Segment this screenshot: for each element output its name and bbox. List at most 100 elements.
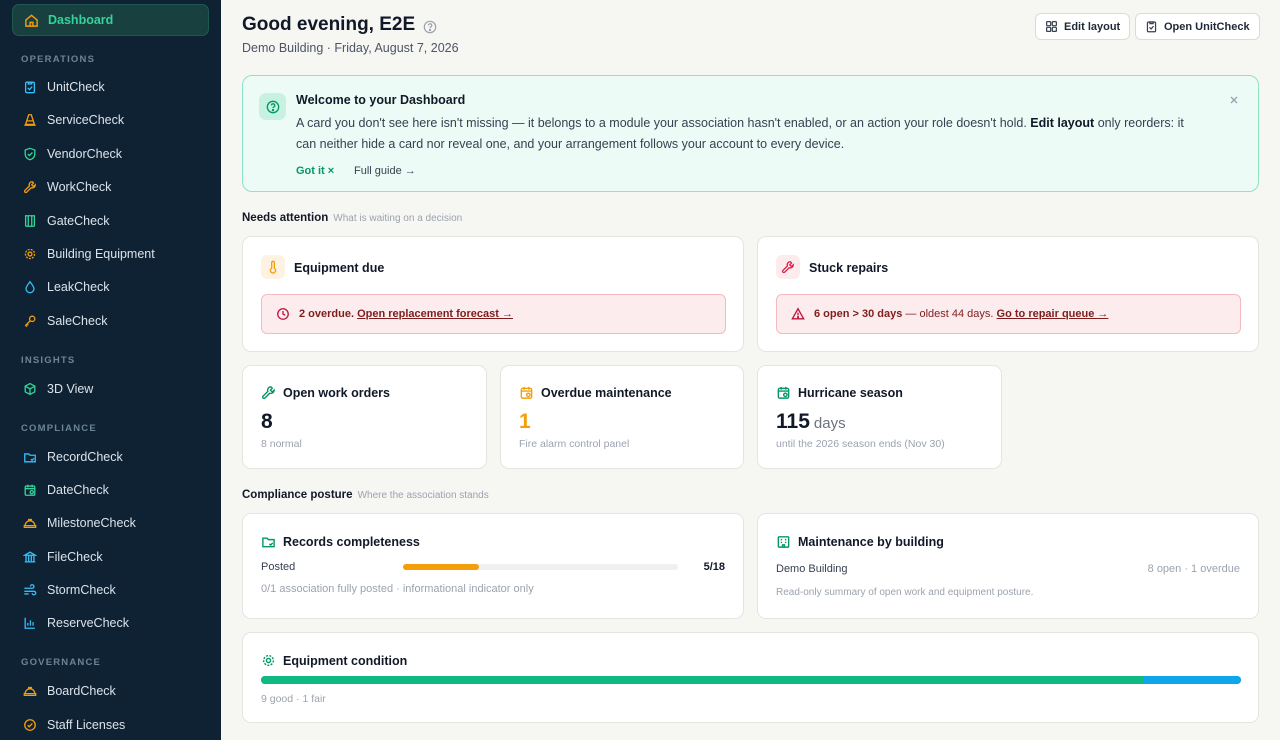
sidebar-item-label: 3D View [47, 382, 94, 396]
equipment-due-alert-text: 2 overdue. [299, 308, 355, 320]
repair-queue-link[interactable]: Go to repair queue → [997, 308, 1109, 320]
help-icon[interactable] [423, 18, 437, 34]
sidebar-item-servicecheck[interactable]: ServiceCheck [12, 104, 209, 136]
equipment-condition-title: Equipment condition [283, 654, 408, 668]
sidebar-item-label: Dashboard [48, 13, 114, 27]
welcome-banner: Welcome to your Dashboard A card you don… [242, 75, 1259, 192]
stuck-repairs-alert: 6 open > 30 days — oldest 44 days. Go to… [776, 294, 1241, 334]
records-progress-fill [403, 564, 480, 570]
wrench-icon [261, 385, 276, 400]
sidebar-item-reservecheck[interactable]: ReserveCheck [12, 607, 209, 639]
home-icon [23, 12, 39, 28]
gear-icon [261, 653, 276, 668]
hurricane-days-unit: days [813, 415, 846, 432]
sidebar-item-staff-licenses[interactable]: Staff Licenses [12, 709, 209, 740]
open-unitcheck-button[interactable]: Open UnitCheck [1135, 13, 1260, 40]
sidebar-item-label: LeakCheck [47, 280, 110, 294]
sidebar-item-leakcheck[interactable]: LeakCheck [12, 271, 209, 303]
thermometer-icon [261, 255, 285, 279]
sidebar-item-building-equipment[interactable]: Building Equipment [12, 238, 209, 270]
needs-attention-subtitle: What is waiting on a decision [333, 213, 463, 224]
overdue-maintenance-title: Overdue maintenance [541, 386, 672, 400]
gear-icon [22, 246, 38, 262]
sidebar-item-vendorcheck[interactable]: VendorCheck [12, 138, 209, 170]
key-icon [22, 313, 38, 329]
records-completeness-card[interactable]: Records completeness Posted 5/18 0/1 ass… [242, 513, 744, 619]
help-circle-icon [259, 93, 286, 120]
records-progress-bar [403, 564, 678, 570]
full-guide-link[interactable]: Full guide → [354, 165, 416, 177]
sidebar-item-workcheck[interactable]: WorkCheck [12, 171, 209, 203]
got-it-button[interactable]: Got it × [296, 165, 334, 177]
records-row-label: Posted [261, 561, 296, 573]
records-row-value: 5/18 [703, 561, 725, 573]
equipment-condition-card[interactable]: Equipment condition 9 good · 1 fair [242, 632, 1259, 723]
sidebar-item-unitcheck[interactable]: UnitCheck [12, 71, 209, 103]
sidebar-item-recordcheck[interactable]: RecordCheck [12, 441, 209, 473]
section-label-insights: INSIGHTS [21, 355, 76, 366]
welcome-title: Welcome to your Dashboard [296, 93, 466, 107]
sidebar-item-label: StormCheck [47, 583, 116, 597]
close-icon[interactable] [1228, 93, 1240, 105]
sidebar-item-datecheck[interactable]: DateCheck [12, 474, 209, 506]
greeting-text: Good evening, E2E [242, 14, 416, 35]
overdue-maintenance-note: Fire alarm control panel [519, 438, 630, 450]
sidebar-item-label: WorkCheck [47, 180, 112, 194]
sidebar-item-dashboard[interactable]: Dashboard [12, 4, 209, 36]
welcome-body: A card you don't see here isn't missing … [296, 113, 1196, 154]
clipboard-icon [22, 79, 38, 95]
badge-check-icon [22, 717, 38, 733]
welcome-body-bold: Edit layout [1030, 116, 1095, 130]
hardhat-icon [22, 515, 38, 531]
open-work-orders-value: 8 [261, 410, 273, 433]
overdue-maintenance-value: 1 [519, 410, 531, 433]
stuck-repairs-card: Stuck repairs 6 open > 30 days — oldest … [757, 236, 1259, 352]
wrench-icon [776, 255, 800, 279]
records-completeness-title: Records completeness [283, 535, 420, 549]
maintenance-note: Read-only summary of open work and equip… [776, 587, 1034, 598]
clipboard-icon [1145, 20, 1158, 33]
edit-layout-label: Edit layout [1064, 20, 1121, 33]
sidebar-item-milestonecheck[interactable]: MilestoneCheck [12, 507, 209, 539]
sidebar-item-filecheck[interactable]: FileCheck [12, 541, 209, 573]
compliance-posture-subtitle: Where the association stands [357, 490, 489, 501]
stuck-repairs-alert-text: — oldest 44 days. [905, 308, 994, 320]
open-work-orders-title: Open work orders [283, 386, 390, 400]
sidebar-item-salecheck[interactable]: SaleCheck [12, 305, 209, 337]
sidebar: Dashboard OPERATIONS UnitCheck ServiceCh… [0, 0, 221, 740]
open-work-orders-note: 8 normal [261, 438, 302, 450]
hardhat-icon [22, 683, 38, 699]
maintenance-by-building-card[interactable]: Maintenance by building Demo Building 8 … [757, 513, 1259, 619]
page-title: Good evening, E2E [242, 14, 437, 36]
calendar-icon [22, 482, 38, 498]
sidebar-item-label: SaleCheck [47, 314, 108, 328]
hurricane-season-card[interactable]: Hurricane season 115 days until the 2026 … [757, 365, 1002, 469]
sidebar-item-label: DateCheck [47, 483, 109, 497]
sidebar-item-boardcheck[interactable]: BoardCheck [12, 675, 209, 707]
building-name: Demo Building [776, 563, 848, 575]
sidebar-item-label: VendorCheck [47, 147, 123, 161]
open-work-orders-card[interactable]: Open work orders 8 8 normal [242, 365, 487, 469]
compliance-posture-heading: Compliance posture Where the association … [242, 489, 489, 501]
sidebar-item-label: GateCheck [47, 214, 110, 228]
equipment-condition-note: 9 good · 1 fair [261, 693, 326, 705]
cube-icon [22, 381, 38, 397]
bank-icon [22, 549, 38, 565]
warning-triangle-icon [791, 307, 805, 321]
folder-check-icon [261, 534, 276, 549]
building-icon [776, 534, 791, 549]
overdue-maintenance-card[interactable]: Overdue maintenance 1 Fire alarm control… [500, 365, 744, 469]
section-label-operations: OPERATIONS [21, 54, 96, 65]
needs-attention-title: Needs attention [242, 212, 329, 224]
compliance-posture-title: Compliance posture [242, 489, 353, 501]
sidebar-item-3d-view[interactable]: 3D View [12, 373, 209, 405]
calendar-clock-icon [519, 385, 534, 400]
edit-layout-button[interactable]: Edit layout [1035, 13, 1131, 40]
equipment-due-title: Equipment due [294, 261, 385, 275]
folder-icon [22, 449, 38, 465]
hurricane-season-note: until the 2026 season ends (Nov 30) [776, 438, 945, 450]
hurricane-days-number: 115 [776, 410, 810, 433]
sidebar-item-gatecheck[interactable]: GateCheck [12, 205, 209, 237]
replacement-forecast-link[interactable]: Open replacement forecast → [357, 308, 513, 320]
sidebar-item-stormcheck[interactable]: StormCheck [12, 574, 209, 606]
